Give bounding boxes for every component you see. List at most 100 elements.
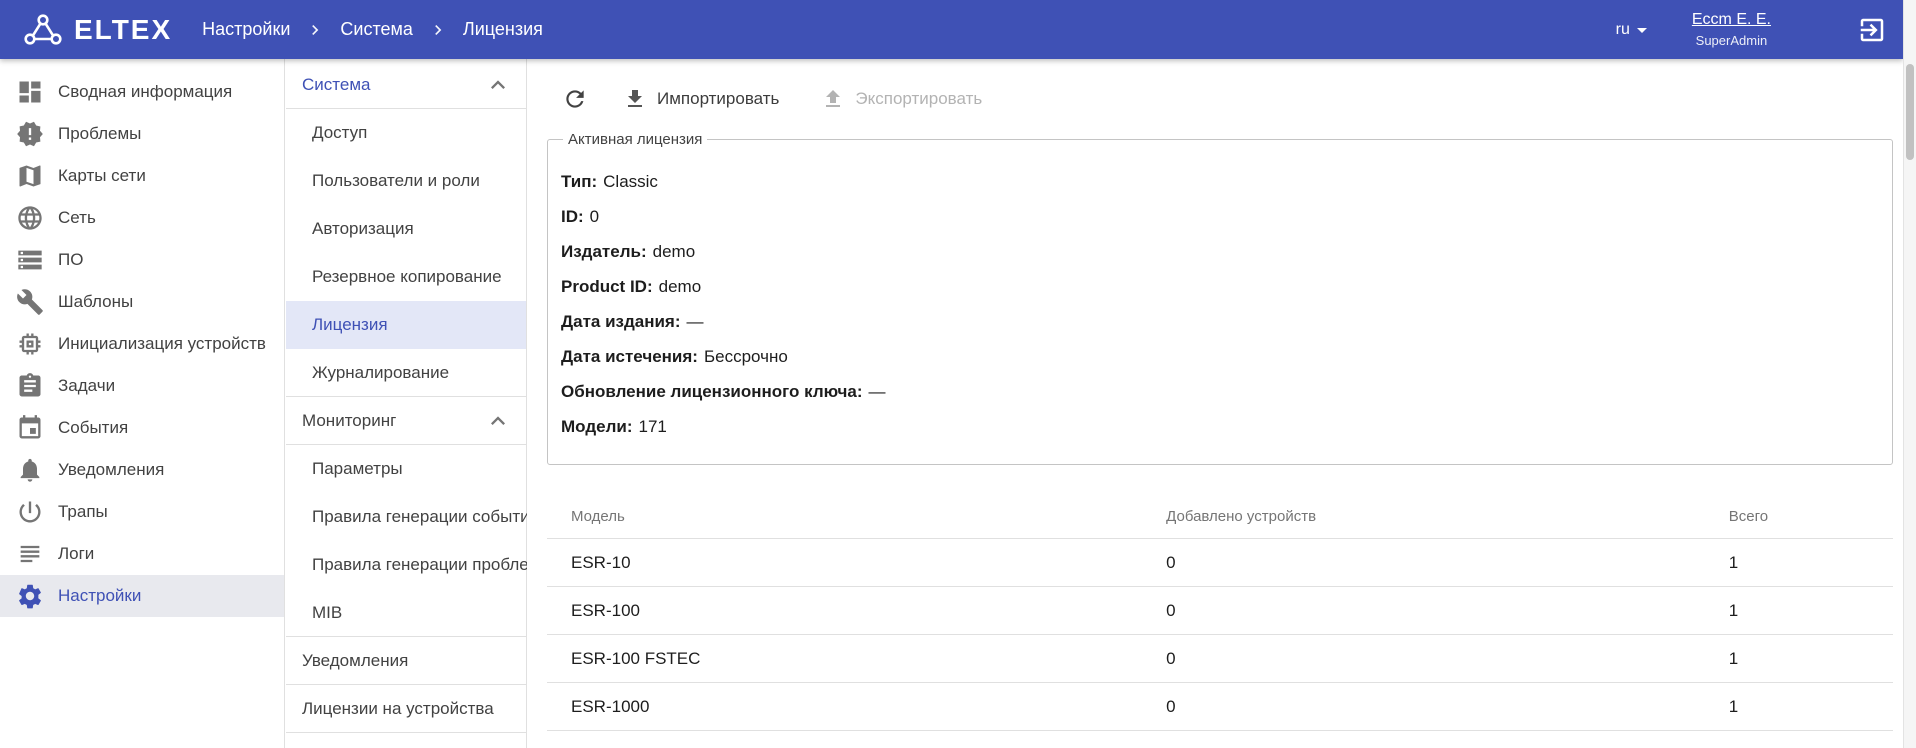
license-field-label: Тип <box>561 172 597 191</box>
settings-nav-label: Правила генерации проблем <box>312 555 540 575</box>
sidebar-item[interactable]: Настройки <box>0 575 284 617</box>
settings-nav-row[interactable]: Журналирование <box>286 349 526 397</box>
settings-nav-label: Резервное копирование <box>312 267 502 287</box>
vertical-scrollbar[interactable] <box>1903 0 1916 748</box>
cell-added-devices: 0 <box>1166 697 1729 717</box>
cell-model: ESR-10 <box>547 553 1166 573</box>
dashboard-icon <box>16 78 44 106</box>
sidebar-item[interactable]: События <box>0 407 284 449</box>
language-selector[interactable]: ru <box>1616 18 1654 42</box>
license-field: Обновление лицензионного ключа— <box>561 374 1872 409</box>
table-row: ESR-100 0 1 <box>547 587 1893 635</box>
user-block: Eccm E. E. SuperAdmin <box>1692 11 1771 48</box>
license-field-label: Дата истечения <box>561 347 698 366</box>
alert-icon <box>16 120 44 148</box>
license-field: Дата издания — <box>561 304 1872 339</box>
sidebar-item[interactable]: Задачи <box>0 365 284 407</box>
license-field-value: Classic <box>603 172 658 191</box>
export-button[interactable]: Экспортировать <box>805 79 998 119</box>
import-button[interactable]: Импортировать <box>607 79 795 119</box>
sidebar-item[interactable]: Шаблоны <box>0 281 284 323</box>
license-field-label: Product ID <box>561 277 653 296</box>
breadcrumb: Настройки Система Лицензия <box>202 19 543 40</box>
sidebar-item-label: Сеть <box>58 208 96 228</box>
settings-nav-row[interactable]: Авторизация <box>286 205 526 253</box>
settings-nav-row[interactable]: Система <box>286 61 526 109</box>
sidebar-item[interactable]: Карты сети <box>0 155 284 197</box>
settings-nav-row[interactable]: Правила генерации проблем <box>286 541 526 589</box>
wrench-icon <box>16 288 44 316</box>
user-role: SuperAdmin <box>1692 33 1771 48</box>
sidebar-item[interactable]: Трапы <box>0 491 284 533</box>
license-field-value: — <box>687 312 704 331</box>
settings-nav-row[interactable]: MIB <box>286 589 526 637</box>
breadcrumb-item[interactable]: Настройки <box>202 19 290 40</box>
models-table-header: Модель Добавлено устройств Всего <box>547 495 1893 539</box>
sidebar-item-label: Задачи <box>58 376 115 396</box>
settings-nav-row[interactable]: Доступ <box>286 109 526 157</box>
license-field-label: Модели <box>561 417 633 436</box>
map-icon <box>16 162 44 190</box>
user-name-link[interactable]: Eccm E. E. <box>1692 11 1771 29</box>
cell-added-devices: 0 <box>1166 553 1729 573</box>
settings-nav-row[interactable]: Мониторинг <box>286 397 526 445</box>
caret-down-icon <box>1630 18 1654 42</box>
active-license-legend: Активная лицензия <box>563 131 707 148</box>
license-field-label: Издатель <box>561 242 647 261</box>
refresh-button[interactable] <box>553 77 597 121</box>
breadcrumb-item[interactable]: Лицензия <box>463 19 543 40</box>
settings-nav-row[interactable]: Резервное копирование <box>286 253 526 301</box>
clipboard-icon <box>16 372 44 400</box>
refresh-icon <box>562 86 588 112</box>
top-header: ELTEX Настройки Система Лицензия <box>0 0 1903 59</box>
settings-nav-row[interactable]: Параметры <box>286 445 526 493</box>
license-field-value: Бессрочно <box>704 347 788 366</box>
sidebar-item-label: Настройки <box>58 586 141 606</box>
breadcrumb-item[interactable]: Система <box>340 19 413 40</box>
sidebar-item-label: Сводная информация <box>58 82 232 102</box>
sidebar-item-label: ПО <box>58 250 83 270</box>
sidebar-item[interactable]: Логи <box>0 533 284 575</box>
main-content: Импортировать Экспортировать Активная ли… <box>527 59 1903 748</box>
settings-nav-row[interactable]: Пользователи и роли <box>286 157 526 205</box>
settings-nav-row[interactable]: Лицензия <box>286 301 526 349</box>
license-field: Дата истечения Бессрочно <box>561 339 1872 374</box>
sidebar-item[interactable]: Уведомления <box>0 449 284 491</box>
settings-nav-label: Лицензия <box>312 315 388 335</box>
sidebar-item[interactable]: Инициализация устройств <box>0 323 284 365</box>
settings-nav-label: Авторизация <box>312 219 414 239</box>
eltex-logo[interactable]: ELTEX <box>22 13 172 47</box>
settings-nav-label: Доступ <box>312 123 367 143</box>
chevron-up-icon <box>484 407 512 435</box>
settings-nav-row[interactable]: Лицензии на устройства <box>286 685 526 733</box>
scrollbar-thumb[interactable] <box>1906 64 1914 160</box>
logout-icon <box>1857 15 1887 45</box>
sidebar-item[interactable]: ПО <box>0 239 284 281</box>
gear-icon <box>16 582 44 610</box>
document-lines-icon <box>16 540 44 568</box>
column-header: Добавлено устройств <box>1166 508 1729 525</box>
license-field-value: 171 <box>639 417 667 436</box>
sidebar-item[interactable]: Проблемы <box>0 113 284 155</box>
settings-nav-label: Правила генерации событий <box>312 507 539 527</box>
storage-icon <box>16 246 44 274</box>
settings-nav-label: Лицензии на устройства <box>302 699 494 719</box>
cell-added-devices: 0 <box>1166 649 1729 669</box>
sidebar-item[interactable]: Сеть <box>0 197 284 239</box>
sidebar-item[interactable]: Сводная информация <box>0 71 284 113</box>
settings-nav-label: Пользователи и роли <box>312 171 480 191</box>
sidebar-item-label: События <box>58 418 128 438</box>
bell-icon <box>16 456 44 484</box>
table-row: ESR-1000 0 1 <box>547 683 1893 731</box>
globe-icon <box>16 204 44 232</box>
settings-nav-label: Параметры <box>312 459 403 479</box>
settings-nav-row[interactable]: Уведомления <box>286 637 526 685</box>
logout-button[interactable] <box>1857 15 1887 45</box>
license-field-value: — <box>869 382 886 401</box>
settings-nav-row[interactable]: Правила генерации событий <box>286 493 526 541</box>
sidebar-item-label: Шаблоны <box>58 292 133 312</box>
column-header: Модель <box>547 508 1166 525</box>
license-field-label: Дата издания <box>561 312 681 331</box>
license-field-value: 0 <box>590 207 599 226</box>
settings-nav-label: Система <box>302 75 370 95</box>
